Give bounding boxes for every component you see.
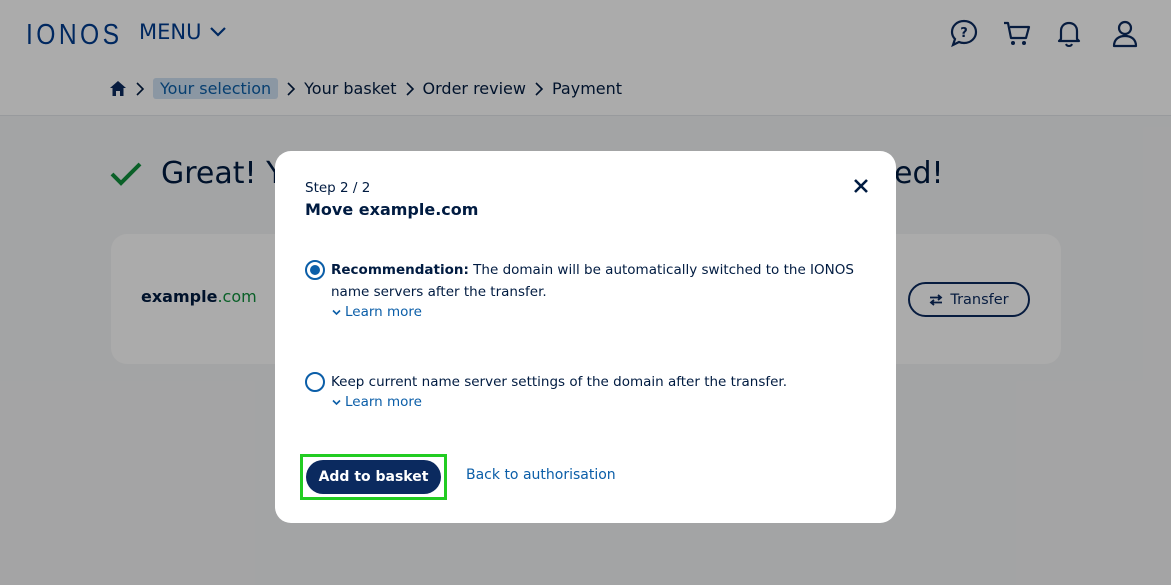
option-recommendation-text: Recommendation: The domain will be autom… (331, 259, 854, 303)
add-to-basket-highlight: Add to basket (300, 454, 447, 500)
option-recommendation-desc-2: name servers after the transfer. (331, 284, 547, 300)
learn-more-label: Learn more (345, 304, 422, 320)
radio-keep-current[interactable] (305, 372, 325, 392)
dialog-title: Move example.com (305, 200, 479, 219)
chevron-down-icon (332, 399, 341, 405)
option-recommendation-desc: The domain will be automatically switche… (468, 262, 854, 278)
learn-more-link-1[interactable]: Learn more (332, 304, 422, 320)
chevron-down-icon (332, 309, 341, 315)
option-recommendation-label: Recommendation: (331, 262, 469, 278)
move-domain-dialog: Step 2 / 2 Move example.com Recommendati… (275, 151, 896, 523)
option-keep-current-text: Keep current name server settings of the… (331, 374, 788, 390)
back-to-authorisation-link[interactable]: Back to authorisation (466, 467, 616, 483)
close-icon[interactable] (850, 175, 872, 197)
radio-recommendation[interactable] (305, 260, 325, 280)
step-indicator: Step 2 / 2 (305, 180, 371, 196)
learn-more-label: Learn more (345, 394, 422, 410)
learn-more-link-2[interactable]: Learn more (332, 394, 422, 410)
add-to-basket-button[interactable]: Add to basket (306, 460, 441, 494)
